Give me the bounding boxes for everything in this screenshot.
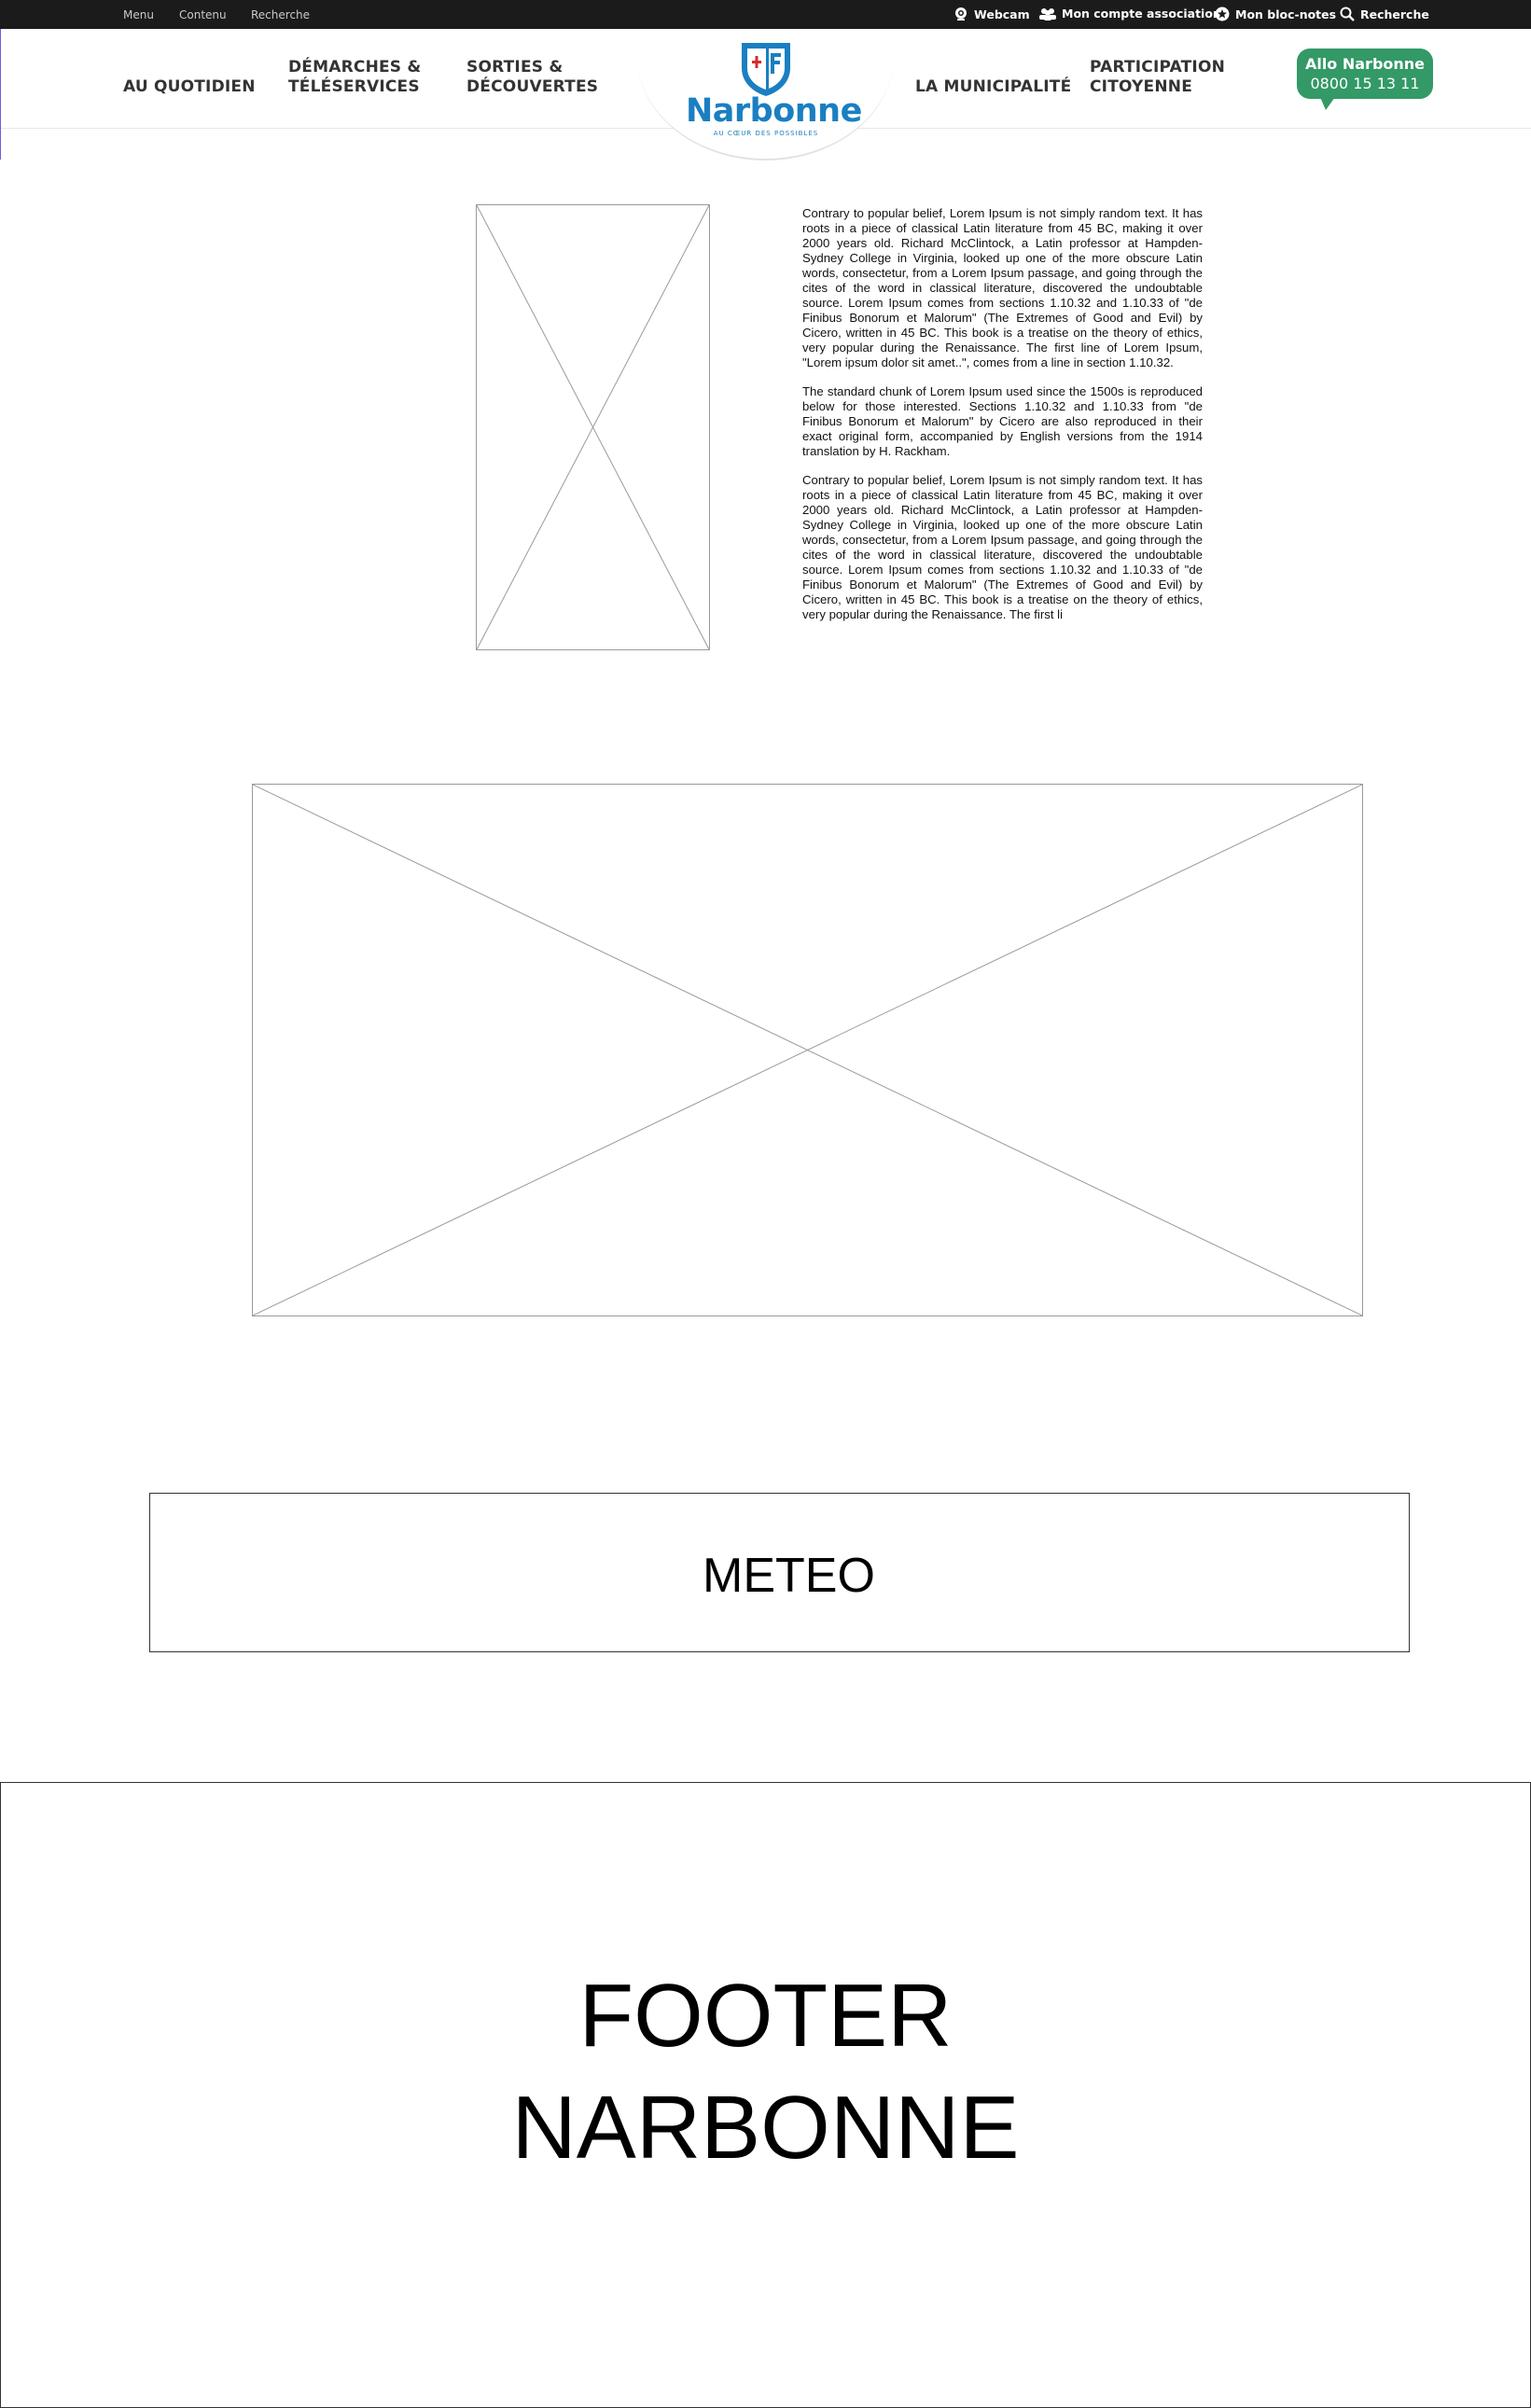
notes-label: Mon bloc-notes [1235,7,1337,21]
nav-item-municipalite[interactable]: LA MUNICIPALITÉ [915,77,1071,97]
skip-link-content[interactable]: Contenu [179,8,227,21]
footer: FOOTER NARBONNE [0,1782,1531,2408]
meteo-label: METEO [703,1548,875,1603]
nav-label-line1: SORTIES & [466,58,564,77]
nav-label: LA MUNICIPALITÉ [915,77,1072,96]
webcam-icon [955,7,967,21]
search-label: Recherche [1360,7,1429,21]
footer-line2: NARBONNE [511,2077,1020,2178]
nav-item-participation[interactable]: PARTICIPATION CITOYENNE [1090,58,1225,97]
paragraph: The standard chunk of Lorem Ipsum used s… [802,384,1203,458]
speech-bubble-tail [1320,97,1335,110]
article-text: Contrary to popular belief, Lorem Ipsum … [802,206,1203,622]
users-icon [1039,7,1056,21]
association-account-label: Mon compte association [1062,7,1221,21]
skip-link-menu[interactable]: Menu [123,8,154,21]
footer-line1: FOOTER [578,1965,953,2066]
nav-label-line2: TÉLÉSERVICES [288,77,420,96]
star-icon [1215,7,1230,21]
image-placeholder-wide [252,784,1363,1316]
placeholder-cross-icon [253,785,1362,1315]
meteo-widget: METEO [149,1493,1410,1652]
nav-label-line1: DÉMARCHES & [288,58,422,77]
placeholder-cross-icon [477,205,709,649]
search-icon [1340,7,1355,21]
viewport-marker-line [0,29,1,160]
top-utility-bar: Menu Contenu Recherche Webcam Mon compte… [0,0,1531,29]
skip-link-search[interactable]: Recherche [251,8,310,21]
association-account-link[interactable]: Mon compte association [1039,7,1221,21]
nav-label: AU QUOTIDIEN [123,77,256,96]
search-link[interactable]: Recherche [1340,7,1429,21]
allo-title: Allo Narbonne [1304,55,1426,73]
webcam-link[interactable]: Webcam [953,7,1030,21]
logo-tagline: AU CŒUR DES POSSIBLES [713,130,819,137]
footer-label: FOOTER NARBONNE [511,1960,1019,2184]
paragraph: Contrary to popular belief, Lorem Ipsum … [802,206,1203,369]
nav-label-line1: PARTICIPATION [1090,58,1226,77]
nav-item-au-quotidien[interactable]: AU QUOTIDIEN [123,77,256,97]
nav-label-line2: DÉCOUVERTES [466,77,599,96]
notes-link[interactable]: Mon bloc-notes [1215,7,1336,21]
allo-phone: 0800 15 13 11 [1310,75,1420,92]
nav-label-line2: CITOYENNE [1090,77,1193,96]
paragraph: Contrary to popular belief, Lorem Ipsum … [802,473,1203,621]
allo-narbonne-button[interactable]: Allo Narbonne 0800 15 13 11 [1297,49,1433,99]
nav-item-sorties[interactable]: SORTIES & DÉCOUVERTES [466,58,598,97]
logo-title[interactable]: Narbonne [686,92,862,130]
image-placeholder-portrait [476,204,710,650]
webcam-label: Webcam [974,7,1030,21]
narbonne-shield-icon[interactable] [739,40,793,98]
nav-item-demarches[interactable]: DÉMARCHES & TÉLÉSERVICES [288,58,421,97]
